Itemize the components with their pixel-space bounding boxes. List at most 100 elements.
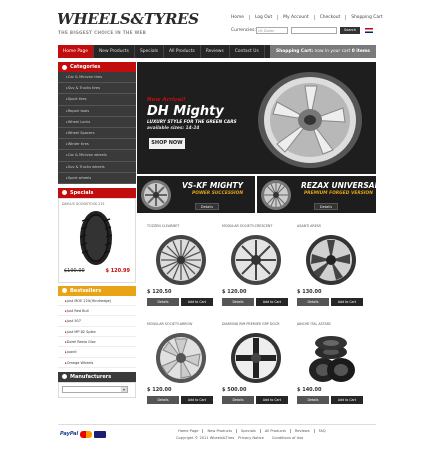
product-title[interactable]: TOZZEN CLEARMET [147,224,219,228]
promo-1-title: VS-KF MIGHTY [182,181,244,190]
promo-1-details-button[interactable]: Details [195,203,219,210]
top-link-checkout[interactable]: Checkout [313,15,346,20]
wheel-image[interactable] [228,330,284,386]
tagline: THE BIGGEST CHOICE IN THE WEB [58,30,147,35]
wheel-image [261,180,291,210]
details-button[interactable]: Details [222,298,254,306]
promo-banner-2[interactable]: REZAX UNIVERSAL PREMIUM FORGED VERSION D… [257,176,376,213]
product-title[interactable]: JANCHE ITAL ASTARC [297,322,369,326]
category-item[interactable]: Suv & Trucks tires [58,83,136,95]
category-item[interactable]: Winter tires [58,139,136,151]
special-product[interactable]: DAYLUS GOODSTOCK 215 $190.00 $ 120.99 [58,197,136,283]
banner-kicker: New Arrival! [147,97,186,103]
category-item[interactable]: Car & Minivan wheels [58,150,136,162]
nav-specials[interactable]: Specials [135,45,165,58]
footer-link[interactable]: New Products [202,429,236,433]
shop-now-button[interactable]: SHOP NOW [149,138,185,149]
bestseller-item[interactable]: Just 507 [58,316,136,327]
wheel-image[interactable] [153,330,209,386]
bestseller-item[interactable]: Dorel Resto Gloc [58,337,136,348]
tires-image[interactable] [303,330,359,386]
wheel-image[interactable] [303,232,359,288]
mastercard-logo [80,431,93,438]
bestseller-item[interactable]: Omega Wheels [58,358,136,368]
bullet-icon [62,288,67,294]
currency-select[interactable]: US Dollar [256,27,288,34]
footer-link[interactable]: Home Page [174,429,202,433]
nav-home[interactable]: Home Page [58,45,94,58]
nav-reviews[interactable]: Reviews [201,45,230,58]
add-to-cart-button[interactable]: Add to Cart [181,396,213,404]
bestseller-item[interactable]: Just MOE 22X(Hindredge) [58,296,136,307]
footer-link[interactable]: Reviews [289,429,314,433]
category-item[interactable]: Repair tools [58,106,136,117]
banner-subtitle: LUXURY STYLE FOR THE GREEN CARS [147,120,237,125]
top-links: Home Log Out My Account Checkout Shoppin… [226,15,388,20]
footer-link[interactable]: Specials [235,429,260,433]
special-item-title[interactable]: DAYLUS GOODSTOCK 215 [62,202,132,206]
wheel-image[interactable] [228,232,284,288]
manufacturers-header: Manufacturers [58,371,136,382]
footer-link[interactable]: FAQ [313,429,330,433]
product-card[interactable]: TOZZEN CLEARMET $ 120.50 Details Add to … [147,224,219,306]
footer-link[interactable]: All Products [259,429,290,433]
specials-header: Specials [58,187,136,198]
details-button[interactable]: Details [147,298,179,306]
add-to-cart-button[interactable]: Add to Cart [331,298,363,306]
search-button[interactable]: Search [340,27,360,34]
category-item[interactable]: Sport wheels [58,173,136,184]
nav-new-products[interactable]: New Products [94,45,135,58]
currencies-label: Currencies: [231,28,256,33]
details-button[interactable]: Details [147,396,179,404]
footer-divider [58,424,376,425]
category-item[interactable]: Wheel Locks [58,117,136,128]
product-price: $ 120.50 [147,289,172,295]
wheel-image[interactable] [153,232,209,288]
category-item[interactable]: Suv & Trucks wheels [58,162,136,173]
manufacturers-select[interactable]: ▾ [62,385,128,393]
top-link-account[interactable]: My Account [277,15,314,20]
cart-status: now in your cart [314,49,351,54]
add-to-cart-button[interactable]: Add to Cart [181,298,213,306]
category-item[interactable]: Wheel Spacers [58,128,136,140]
add-to-cart-button[interactable]: Add to Cart [256,298,288,306]
product-price: $ 130.00 [297,289,322,295]
product-title[interactable]: DIAMOND RIM PREMIER GRP DGCR [222,322,294,326]
flag-icon[interactable] [365,28,373,33]
category-item[interactable]: Sport tires [58,94,136,106]
wheel-image [141,180,171,210]
add-to-cart-button[interactable]: Add to Cart [256,396,288,404]
promo-2-details-button[interactable]: Details [314,203,338,210]
tire-image[interactable] [76,209,116,267]
search-input[interactable] [291,27,337,34]
top-link-home[interactable]: Home [226,15,249,20]
product-card[interactable]: JANCHE ITAL ASTARC $ 140.00 Details Add … [297,322,369,404]
promo-banner-1[interactable]: VS-KF MIGHTY POWER SUCCESSION Details [137,176,255,213]
product-title[interactable]: MODULAR SOCIETY-CRESCENT [222,224,294,228]
special-new-price: $ 120.99 [105,267,130,274]
hero-banner[interactable]: New Arrival! DH Mighty LUXURY STYLE FOR … [137,62,376,174]
details-button[interactable]: Details [297,396,329,404]
footer-link[interactable]: Privacy Notice [234,436,268,440]
add-to-cart-button[interactable]: Add to Cart [331,396,363,404]
product-card[interactable]: DIAMOND RIM PREMIER GRP DGCR $ 500.00 De… [222,322,294,404]
product-card[interactable]: MODULAR SOCIETY-CRESCENT $ 120.00 Detail… [222,224,294,306]
cart-bar[interactable]: Shopping Cart: now in your cart 0 items [270,45,376,58]
bestseller-item[interactable]: Juanit [58,347,136,358]
bestseller-item[interactable]: Just Red Bull [58,306,136,317]
product-card[interactable]: ASANTI ARESS $ 130.00 Details Add to Car… [297,224,369,306]
details-button[interactable]: Details [222,396,254,404]
footer-link[interactable]: Conditions of Use [268,436,307,440]
top-link-cart[interactable]: Shopping Cart [345,15,387,20]
site-logo[interactable]: WHEELS&TYRES [57,10,199,28]
product-title[interactable]: ASANTI ARESS [297,224,369,228]
product-title[interactable]: MODULAR SOCIETY-ARROW [147,322,219,326]
nav-contact[interactable]: Contact Us [230,45,265,58]
details-button[interactable]: Details [297,298,329,306]
top-link-logout[interactable]: Log Out [248,15,277,20]
product-card[interactable]: MODULAR SOCIETY-ARROW $ 120.00 Details A… [147,322,219,404]
nav-all-products[interactable]: All Products [164,45,201,58]
category-item[interactable]: Car & Minivan tires [58,72,136,84]
bestseller-item[interactable]: Just MP 82 Spike [58,327,136,338]
product-price: $ 140.00 [297,387,322,393]
